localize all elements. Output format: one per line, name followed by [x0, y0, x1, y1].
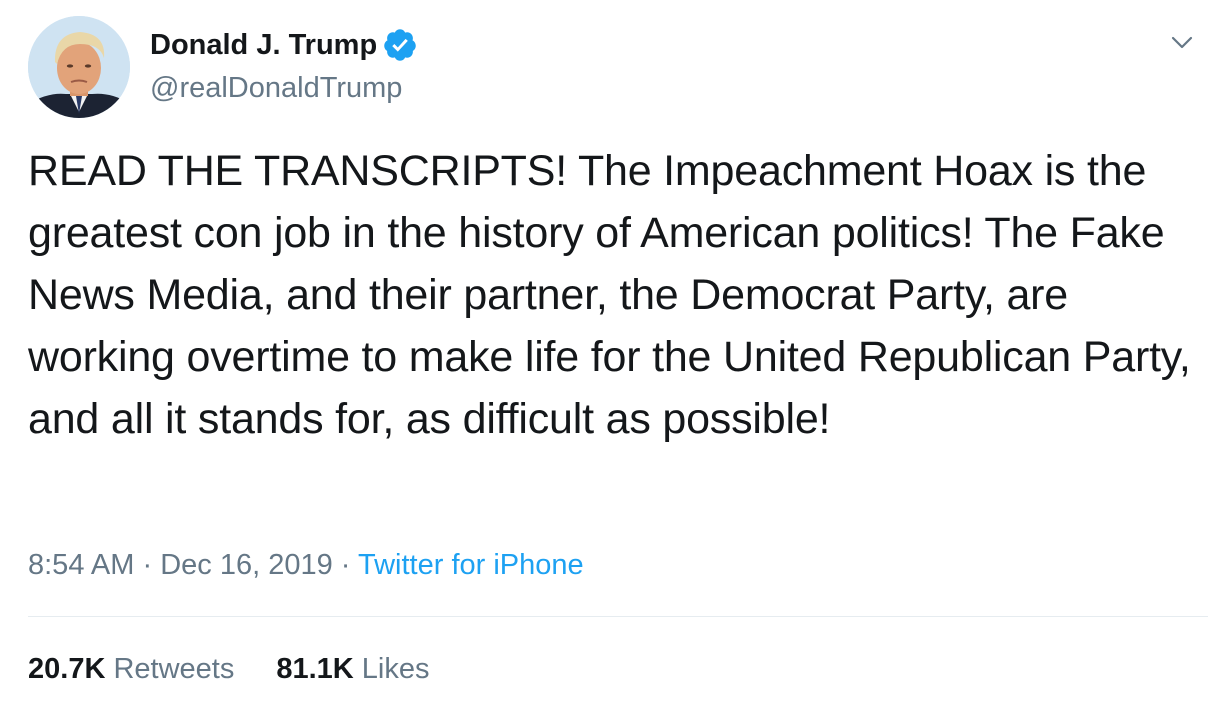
retweets-count: 20.7K [28, 653, 106, 685]
avatar[interactable] [28, 16, 130, 118]
likes-stat[interactable]: 81.1K Likes [276, 650, 429, 688]
tweet-source-link[interactable]: Twitter for iPhone [358, 549, 584, 581]
chevron-down-icon[interactable] [1168, 28, 1196, 56]
likes-count: 81.1K [276, 653, 354, 685]
tweet-meta: 8:54 AM · Dec 16, 2019 · Twitter for iPh… [28, 546, 584, 584]
retweets-stat[interactable]: 20.7K Retweets [28, 650, 234, 688]
tweet-date[interactable]: Dec 16, 2019 [160, 549, 333, 581]
retweets-label: Retweets [113, 653, 235, 685]
meta-separator: · [340, 549, 351, 581]
tweet-text: READ THE TRANSCRIPTS! The Impeachment Ho… [28, 147, 1203, 443]
divider [28, 616, 1208, 617]
author-handle[interactable]: @realDonaldTrump [150, 70, 402, 106]
tweet-stats: 20.7K Retweets 81.1K Likes [28, 650, 430, 688]
likes-label: Likes [361, 653, 430, 685]
tweet-card: Donald J. Trump @realDonaldTrump READ TH… [0, 0, 1222, 706]
author-name[interactable]: Donald J. Trump [150, 27, 418, 63]
meta-separator: · [142, 549, 153, 581]
tweet-time[interactable]: 8:54 AM [28, 549, 134, 581]
author-name-text: Donald J. Trump [150, 29, 378, 61]
verified-badge-icon [382, 27, 418, 63]
